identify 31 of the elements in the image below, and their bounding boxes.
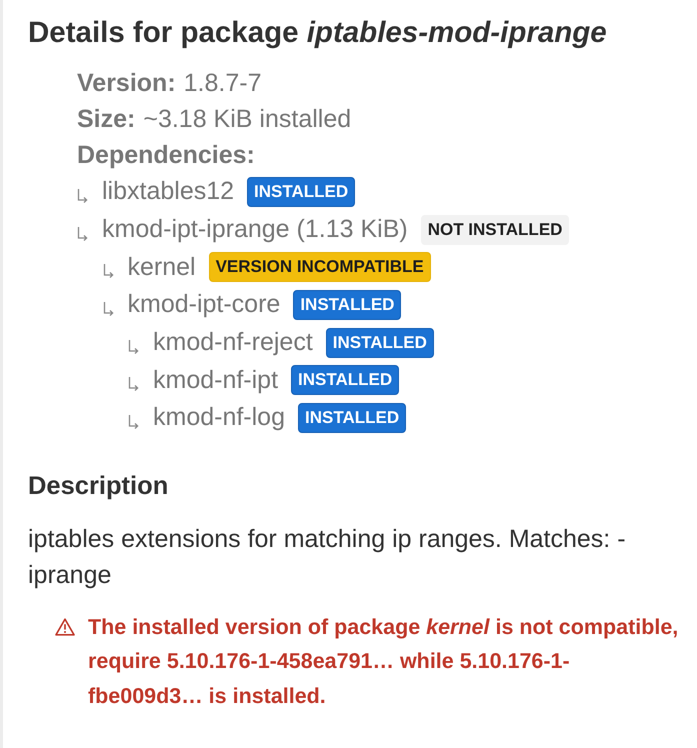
branch-arrow-icon (77, 188, 88, 203)
status-badge: INSTALLED (298, 402, 406, 433)
warning-icon (55, 618, 75, 636)
status-badge: INSTALLED (326, 328, 434, 358)
branch-arrow-icon (77, 226, 88, 241)
info-label: Version: (77, 68, 176, 98)
branch-arrow-icon (102, 264, 114, 278)
section-heading: Description (28, 470, 170, 502)
status-badge: INSTALLED (291, 365, 400, 396)
dependencies-label: Dependencies: (77, 140, 255, 170)
status-badge: NOT INSTALLED (420, 214, 570, 245)
branch-arrow-icon (102, 302, 114, 316)
warning-message: The installed version of package kernel is not compatible, require 5.10.176-1-458ea791… while 5.10.176-1-fbe009d3… is installed. (88, 614, 680, 710)
dependency-name: kmod-ipt-core (128, 290, 280, 320)
info-value: 1.8.7-7 (184, 68, 262, 98)
status-badge: VERSION INCOMPATIBLE (208, 252, 431, 282)
dependency-name: kmod-nf-ipt (153, 366, 278, 395)
status-badge: INSTALLED (247, 176, 356, 207)
dependency-name: kernel (128, 252, 196, 282)
page-title: Details for package iptables-mod-iprange (28, 15, 607, 51)
dependency-name: kmod-nf-log (153, 403, 285, 432)
dependency-name: kmod-nf-reject (153, 328, 313, 358)
branch-arrow-icon (128, 377, 139, 392)
branch-arrow-icon (128, 340, 139, 354)
branch-arrow-icon (128, 414, 139, 429)
dependency-name: libxtables12 (102, 177, 234, 206)
info-label: Size: (77, 104, 136, 134)
status-badge: INSTALLED (293, 290, 402, 320)
description-text: iptables extensions for matching ip ranges. Matches: -iprange (28, 524, 627, 591)
info-value: ~3.18 KiB installed (143, 104, 352, 134)
dependency-name: kmod-ipt-iprange (1.13 KiB) (102, 215, 408, 244)
